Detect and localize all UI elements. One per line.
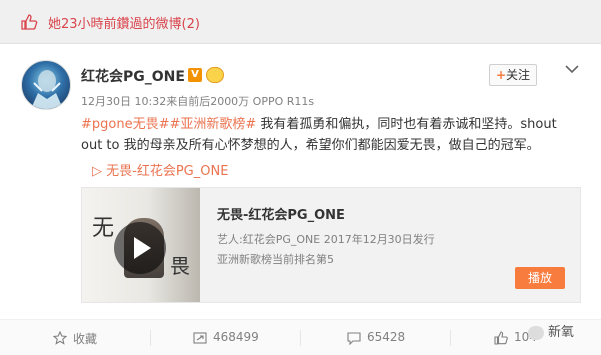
hashtag-asia-chart[interactable]: #亚洲新歌榜# [169, 117, 256, 132]
weibo-post-card: 红花会PG_ONE V 12月30日 10:32来自前后2000万 OPPO R… [0, 44, 601, 355]
post-meta: 12月30日 10:32来自前后2000万 OPPO R11s [81, 95, 315, 108]
song-artist-line: 艺人:红花会PG_ONE 2017年12月30日发行 [217, 233, 435, 246]
notice-bar: 她23小時前鑽過的微博(2) [0, 0, 601, 44]
action-bar: 收藏 468499 65428 104 [0, 319, 601, 355]
play-icon [134, 237, 151, 259]
hashtag-pgone[interactable]: #pgone无畏# [81, 117, 169, 132]
level-badge-icon [206, 67, 224, 83]
forward-icon [193, 332, 207, 344]
wechat-icon [528, 325, 544, 340]
song-link[interactable]: ▷ 无畏-红花会PG_ONE [92, 160, 228, 179]
like-icon [494, 331, 508, 345]
favorite-label: 收藏 [73, 332, 98, 346]
cover-char-2: 畏 [170, 254, 190, 278]
divider [150, 330, 151, 346]
star-icon [53, 331, 67, 345]
avatar[interactable] [21, 60, 71, 110]
watermark-text: 新氧 [548, 325, 575, 340]
username[interactable]: 红花会PG_ONE [81, 66, 185, 86]
play-overlay-button[interactable] [114, 222, 166, 274]
notice-text[interactable]: 她23小時前鑽過的微博(2) [48, 13, 200, 32]
divider [450, 330, 451, 346]
play-button[interactable]: 播放 [515, 267, 565, 289]
follow-button[interactable]: +关注 [489, 64, 537, 86]
follow-label: 关注 [506, 68, 531, 82]
cover-char-1: 无 [92, 216, 115, 241]
divider [300, 330, 301, 346]
comment-icon [347, 332, 361, 345]
comment-count: 65428 [367, 330, 406, 344]
watermark: 新氧 [528, 321, 574, 340]
album-cover[interactable]: 无 畏 [82, 188, 200, 302]
song-chart-line: 亚洲新歌榜当前排名第5 [217, 253, 334, 266]
post-content: #pgone无畏##亚洲新歌榜# 我有着孤勇和偏执，同时也有着赤诚和坚持。sho… [81, 114, 581, 156]
thumb-up-icon [21, 14, 38, 30]
chevron-down-icon[interactable] [565, 64, 579, 74]
plus-icon: + [495, 68, 507, 82]
song-card[interactable]: 无 畏 无畏-红花会PG_ONE 艺人:红花会PG_ONE 2017年12月30… [81, 187, 581, 303]
song-title[interactable]: 无畏-红花会PG_ONE [217, 204, 345, 223]
forward-count: 468499 [213, 330, 259, 344]
verified-badge-icon: V [188, 68, 202, 82]
